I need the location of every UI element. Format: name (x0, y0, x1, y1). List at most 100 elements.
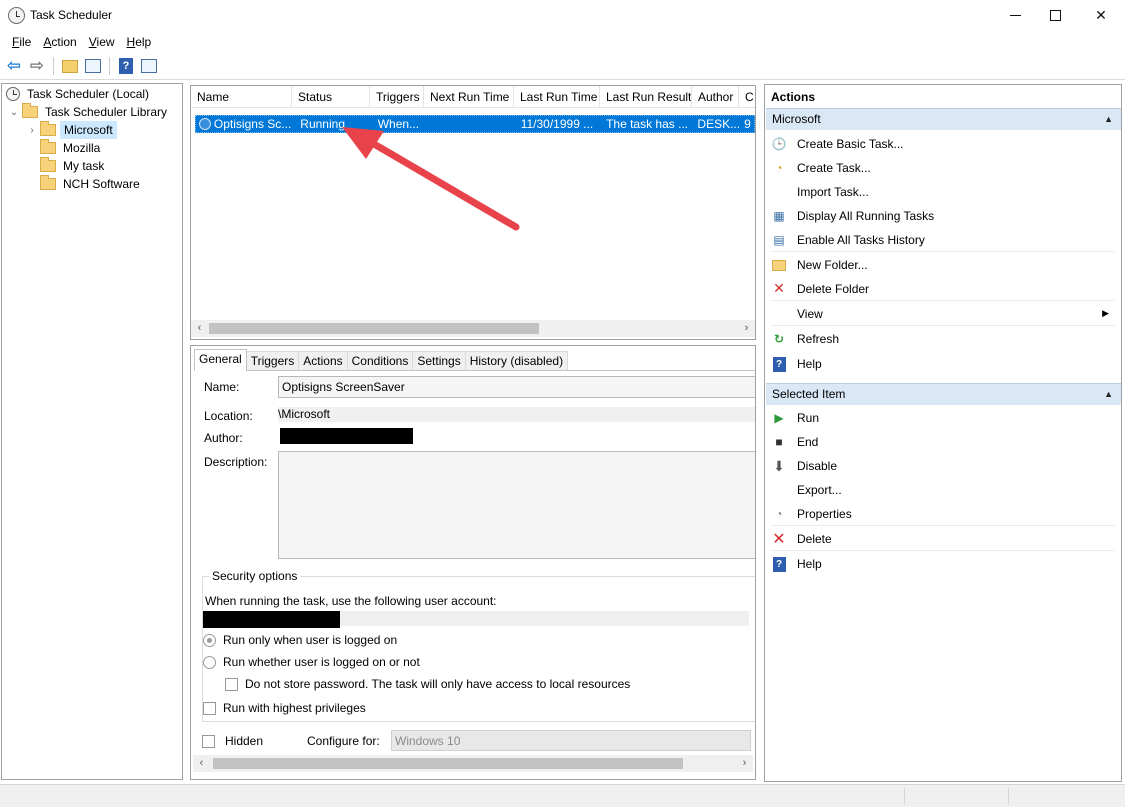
show-action-pane-button[interactable] (139, 56, 159, 76)
action-pane-icon (141, 59, 157, 73)
scroll-right-icon[interactable]: › (736, 755, 753, 772)
window-title: Task Scheduler (30, 8, 113, 22)
menu-action[interactable]: Action (37, 35, 82, 49)
section-header-microsoft[interactable]: Microsoft ▲ (766, 108, 1121, 130)
tree-item-library[interactable]: ⌄ Task Scheduler Library (8, 103, 170, 121)
tab-settings[interactable]: Settings (412, 351, 466, 371)
hidden-checkbox[interactable] (202, 735, 215, 748)
radio-whether-logged-on[interactable] (203, 656, 216, 669)
up-folder-button[interactable] (60, 56, 80, 76)
scroll-left-icon[interactable]: ‹ (193, 755, 210, 772)
menu-help[interactable]: Help (121, 35, 158, 49)
column-header-status[interactable]: Status (292, 86, 370, 108)
forward-arrow-icon: ⇨ (29, 56, 45, 75)
table-row[interactable]: Optisigns Sc... Running When... 11/30/19… (195, 115, 755, 133)
security-options-group: Security options When running the task, … (202, 569, 755, 722)
menu-view[interactable]: View (83, 35, 121, 49)
collapse-up-icon[interactable]: ▲ (1104, 109, 1113, 130)
no-store-password-checkbox[interactable] (225, 678, 238, 691)
folder-icon (40, 157, 56, 172)
action-run[interactable]: ▶ Run (771, 406, 1115, 430)
tree-item-microsoft[interactable]: › Microsoft (26, 121, 117, 139)
collapse-up-icon[interactable]: ▲ (1104, 384, 1113, 405)
highest-privileges-checkbox[interactable] (203, 702, 216, 715)
action-view[interactable]: View ▶ (771, 302, 1115, 326)
tab-actions[interactable]: Actions (298, 351, 348, 371)
tab-triggers[interactable]: Triggers (245, 351, 300, 371)
scroll-left-icon[interactable]: ‹ (191, 320, 208, 337)
task-clock-icon (199, 118, 211, 130)
scroll-right-icon[interactable]: › (738, 320, 755, 337)
tree-item-mozilla[interactable]: Mozilla (40, 139, 103, 157)
toolbar: ⇦ ⇨ ? (0, 53, 1125, 80)
maximize-button[interactable] (1032, 0, 1078, 31)
column-header-created[interactable]: C (739, 86, 755, 108)
cell-name: Optisigns Sc... (213, 117, 292, 131)
help-icon: ? (771, 556, 787, 572)
task-list-hscrollbar[interactable]: ‹ › (191, 320, 755, 337)
scroll-thumb[interactable] (209, 323, 539, 334)
general-tab-body: Name: Optisigns ScreenSaver Location: \M… (194, 370, 755, 770)
author-label: Author: (204, 431, 243, 445)
action-create-basic-task[interactable]: 🕒 Create Basic Task... (771, 132, 1115, 156)
action-export[interactable]: Export... (771, 478, 1115, 502)
action-end[interactable]: ■ End (771, 430, 1115, 454)
location-value: \Microsoft (278, 407, 755, 422)
action-delete[interactable]: ✕ Delete (771, 527, 1115, 551)
column-header-name[interactable]: Name (191, 86, 292, 108)
user-account-redacted (203, 611, 340, 628)
radio-whether-label: Run whether user is logged on or not (223, 655, 420, 669)
new-folder-icon (771, 257, 787, 273)
tree-item-my-task[interactable]: My task (40, 157, 107, 175)
chevron-right-icon[interactable]: › (26, 125, 38, 136)
name-field[interactable]: Optisigns ScreenSaver (278, 376, 755, 398)
toolbar-separator (109, 57, 110, 75)
detail-tabs: General Triggers Actions Conditions Sett… (194, 349, 569, 371)
detail-hscrollbar[interactable]: ‹ › (193, 755, 753, 772)
column-header-next-run-time[interactable]: Next Run Time (424, 86, 514, 108)
action-properties[interactable]: ◔ Properties (771, 502, 1115, 526)
chevron-down-icon[interactable]: ⌄ (8, 107, 20, 118)
column-header-last-run-time[interactable]: Last Run Time (514, 86, 600, 108)
close-button[interactable]: ✕ (1078, 0, 1124, 31)
tab-history[interactable]: History (disabled) (464, 351, 569, 371)
section-header-selected-item[interactable]: Selected Item ▲ (766, 383, 1121, 405)
show-hide-tree-button[interactable] (83, 56, 103, 76)
tab-conditions[interactable]: Conditions (346, 351, 414, 371)
cell-last-result: The task has ... (606, 117, 689, 131)
forward-button[interactable]: ⇨ (27, 56, 47, 76)
configure-for-select[interactable]: Windows 10 (391, 730, 751, 751)
action-import-task[interactable]: Import Task... (771, 180, 1115, 204)
action-new-folder[interactable]: New Folder... (771, 253, 1115, 277)
cell-triggers: When... (377, 117, 420, 131)
clock-icon (6, 87, 20, 101)
action-refresh[interactable]: ↻ Refresh (771, 327, 1115, 351)
action-create-task[interactable]: ◔ Create Task... (771, 156, 1115, 180)
task-list: Name Status Triggers Next Run Time Last … (190, 85, 756, 340)
console-tree: Task Scheduler (Local) ⌄ Task Scheduler … (1, 83, 183, 780)
tab-general[interactable]: General (194, 349, 247, 371)
status-bar (0, 784, 1125, 807)
tree-item-nch-software[interactable]: NCH Software (40, 175, 143, 193)
menu-file[interactable]: File (6, 35, 37, 49)
column-header-triggers[interactable]: Triggers (370, 86, 424, 108)
action-help[interactable]: ? Help (771, 352, 1115, 376)
action-display-running-tasks[interactable]: ▦ Display All Running Tasks (771, 204, 1115, 228)
back-button[interactable]: ⇦ (4, 56, 24, 76)
action-enable-tasks-history[interactable]: ▤ Enable All Tasks History (771, 228, 1115, 252)
folder-icon (40, 139, 56, 154)
column-header-author[interactable]: Author (692, 86, 739, 108)
library-folder-icon (22, 103, 38, 118)
help-toolbar-button[interactable]: ? (116, 56, 136, 76)
create-basic-task-icon: 🕒 (771, 137, 787, 151)
description-field[interactable] (278, 451, 755, 559)
user-account-text: When running the task, use the following… (205, 594, 497, 608)
action-help-selected[interactable]: ? Help (771, 552, 1115, 576)
radio-logged-on[interactable] (203, 634, 216, 647)
action-disable[interactable]: ⬇ Disable (771, 454, 1115, 478)
tree-item-root[interactable]: Task Scheduler (Local) (6, 85, 152, 103)
delete-folder-icon: ✕ (773, 280, 785, 296)
action-delete-folder[interactable]: ✕ Delete Folder (771, 277, 1115, 301)
column-header-last-run-result[interactable]: Last Run Result (600, 86, 692, 108)
scroll-thumb[interactable] (213, 758, 683, 769)
